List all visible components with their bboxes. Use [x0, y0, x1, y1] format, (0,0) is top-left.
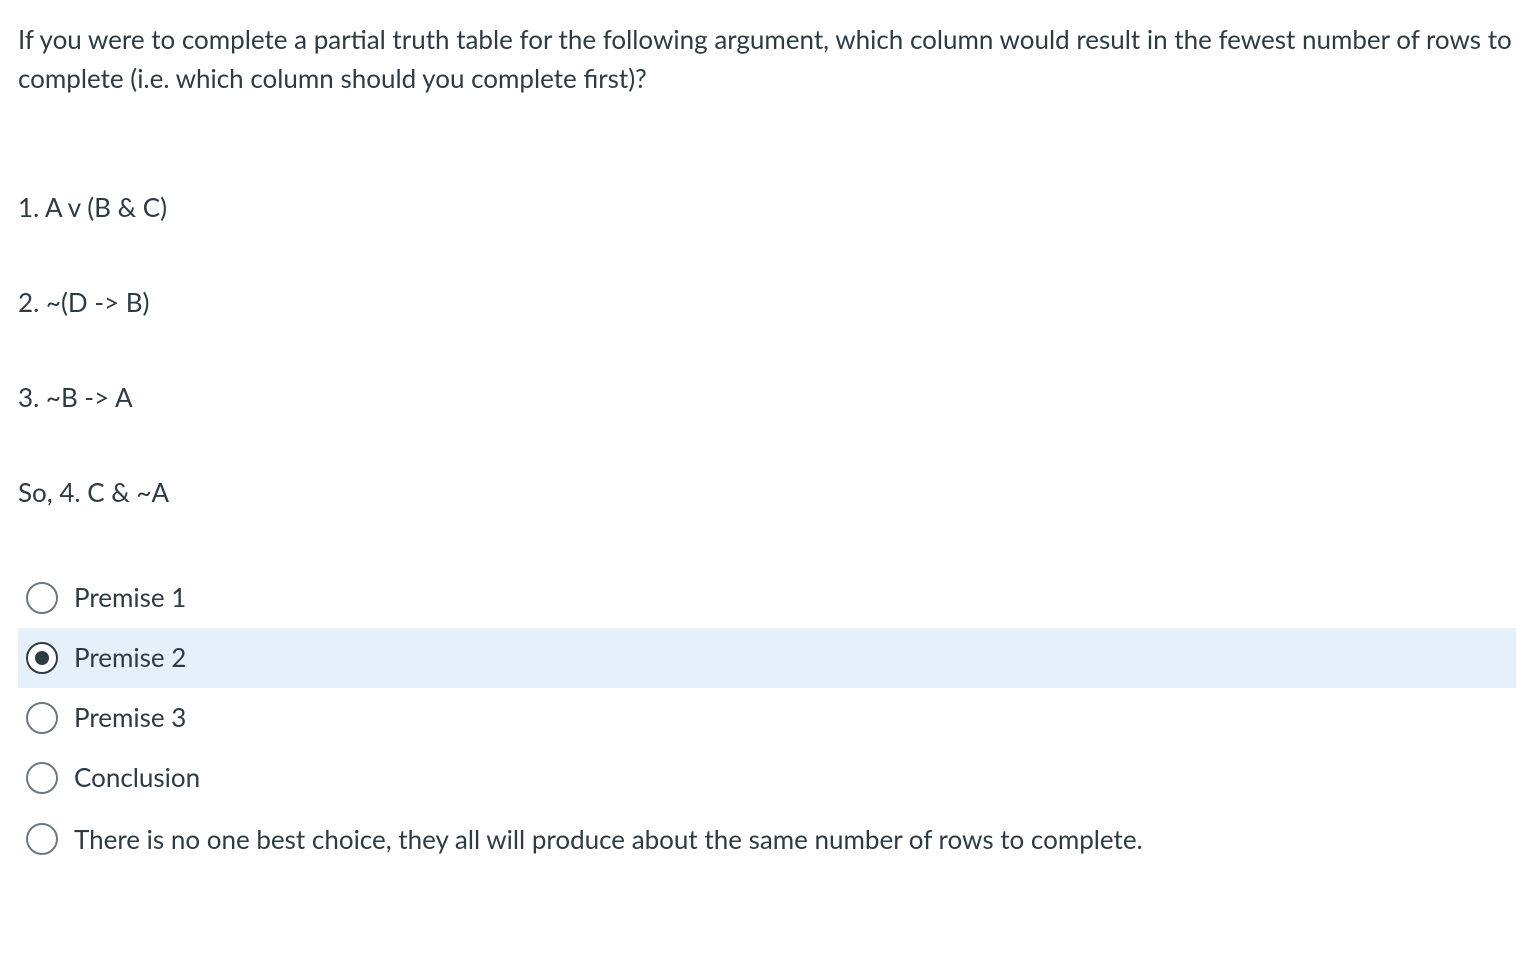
radio-icon — [26, 823, 58, 855]
radio-icon — [26, 642, 58, 674]
radio-icon — [26, 762, 58, 794]
conclusion-line: So, 4. C & ~A — [18, 473, 1516, 512]
radio-icon — [26, 582, 58, 614]
premise-2: 2. ~(D -> B) — [18, 283, 1516, 322]
option-premise-1[interactable]: Premise 1 — [18, 568, 1516, 628]
option-no-best-choice[interactable]: There is no one best choice, they all wi… — [18, 808, 1516, 869]
option-conclusion[interactable]: Conclusion — [18, 748, 1516, 808]
option-label: Conclusion — [74, 760, 1508, 795]
question-text: If you were to complete a partial truth … — [18, 20, 1516, 98]
option-premise-3[interactable]: Premise 3 — [18, 688, 1516, 748]
option-label: Premise 1 — [74, 580, 1508, 615]
radio-icon — [26, 702, 58, 734]
option-premise-2[interactable]: Premise 2 — [18, 628, 1516, 688]
answer-options: Premise 1 Premise 2 Premise 3 Conclusion… — [18, 568, 1516, 869]
argument-premises: 1. A v (B & C) 2. ~(D -> B) 3. ~B -> A S… — [18, 188, 1516, 512]
option-label: Premise 2 — [74, 640, 1508, 675]
premise-1: 1. A v (B & C) — [18, 188, 1516, 227]
premise-3: 3. ~B -> A — [18, 378, 1516, 417]
radio-dot-icon — [35, 651, 49, 665]
option-label: Premise 3 — [74, 700, 1508, 735]
option-label: There is no one best choice, they all wi… — [74, 820, 1508, 857]
